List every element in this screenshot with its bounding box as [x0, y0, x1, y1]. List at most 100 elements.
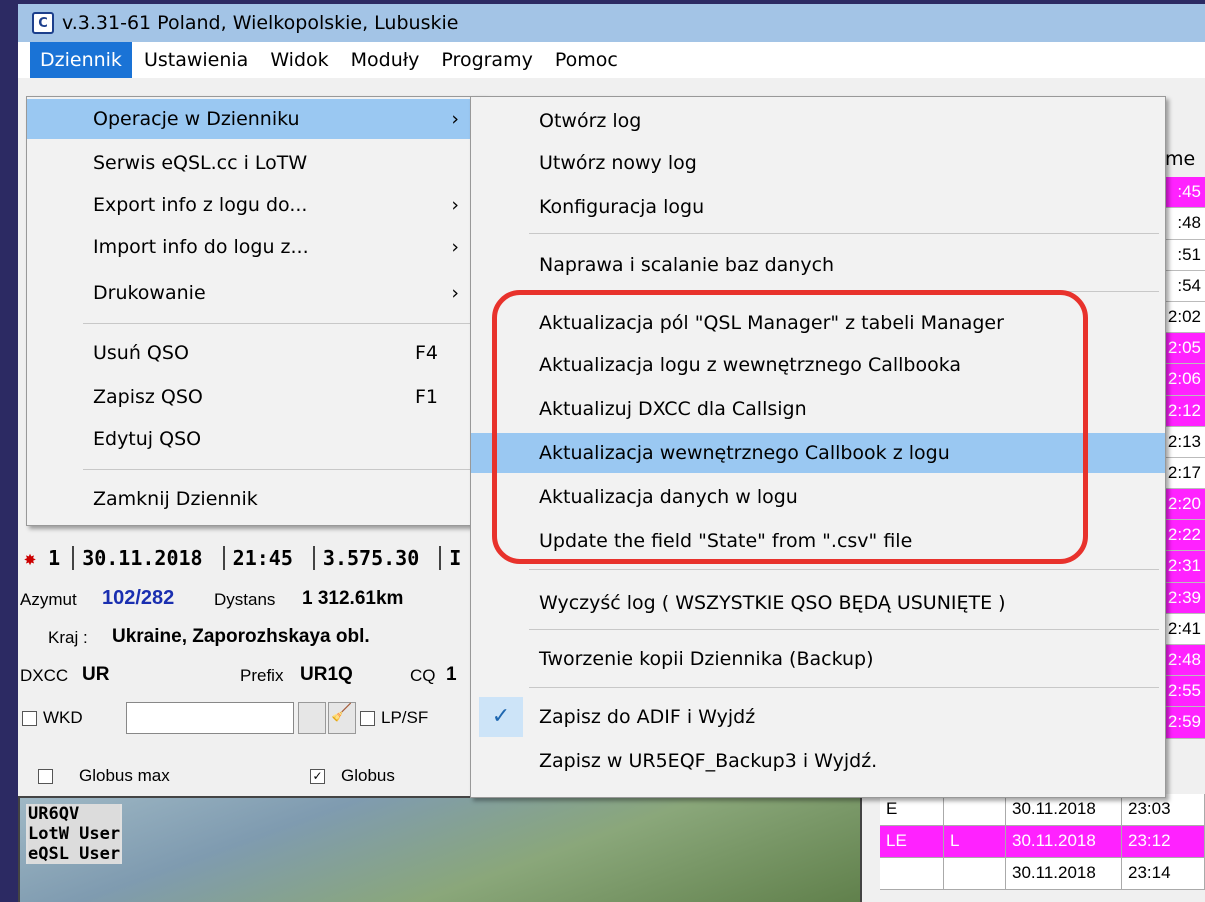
time-cell[interactable]: :51: [1165, 239, 1205, 271]
qso-frequency: 3.575.30: [312, 546, 428, 570]
table-row[interactable]: E 30.11.2018 23:03: [880, 794, 1205, 826]
menu-item-zapisz-backup[interactable]: Zapisz w UR5EQF_Backup3 i Wyjdź.: [471, 741, 1165, 781]
chevron-right-icon: ›: [451, 282, 459, 304]
time-cell[interactable]: 2:39: [1165, 582, 1205, 614]
qso-time: 21:45: [222, 546, 301, 570]
globus-checkbox[interactable]: ✓ Globus: [310, 766, 395, 786]
broom-icon[interactable]: 🧹: [328, 702, 356, 734]
menu-item-edytuj[interactable]: Edytuj QSO: [27, 419, 485, 459]
wkd-input[interactable]: [126, 702, 294, 734]
globus-max-checkbox[interactable]: Globus max: [38, 766, 170, 786]
menu-dziennik[interactable]: Dziennik: [30, 42, 132, 78]
menu-item-zamknij[interactable]: Zamknij Dziennik: [27, 479, 485, 519]
time-cell[interactable]: 2:59: [1165, 707, 1205, 739]
table-row[interactable]: LE L 30.11.2018 23:12: [880, 826, 1205, 858]
menu-separator: [529, 629, 1159, 630]
qso-flag-icon: ✸: [24, 546, 37, 570]
globe-eqsl: eQSL User: [28, 844, 121, 864]
chevron-right-icon: ›: [451, 236, 459, 258]
time-cell[interactable]: 2:05: [1165, 333, 1205, 365]
time-cell[interactable]: 2:55: [1165, 676, 1205, 708]
time-cell[interactable]: 2:48: [1165, 645, 1205, 677]
menu-item-operacje[interactable]: Operacje w Dzienniku ›: [27, 99, 485, 139]
menu-item-serwis[interactable]: Serwis eQSL.cc i LoTW: [27, 143, 485, 183]
table-cell: [944, 858, 1006, 889]
menu-item-utworz-log[interactable]: Utwórz nowy log: [471, 143, 1165, 183]
qso-number: 1: [48, 546, 61, 570]
table-cell-time: 23:03: [1122, 794, 1205, 825]
menu-item-naprawa[interactable]: Naprawa i scalanie baz danych: [471, 245, 1165, 285]
time-cell[interactable]: 2:12: [1165, 395, 1205, 427]
table-cell-time: 23:12: [1122, 826, 1205, 857]
table-cell: L: [944, 826, 1006, 857]
menu-item-backup[interactable]: Tworzenie kopii Dziennika (Backup): [471, 639, 1165, 679]
prefix-value: UR1Q: [300, 664, 353, 685]
globus-label: Globus: [341, 766, 395, 785]
menu-separator: [529, 569, 1159, 570]
time-cell[interactable]: 2:20: [1165, 489, 1205, 521]
dxcc-label: DXCC: [20, 666, 69, 685]
table-cell: [880, 858, 944, 889]
menu-item-konfiguracja[interactable]: Konfiguracja logu: [471, 187, 1165, 227]
time-cell[interactable]: :45: [1165, 177, 1205, 209]
time-cell[interactable]: 2:41: [1165, 613, 1205, 645]
app-icon: C: [32, 12, 54, 34]
distance-label: Dystans: [214, 590, 276, 609]
menu-moduly[interactable]: Moduły: [341, 42, 430, 78]
table-cell-date: 30.11.2018: [1006, 794, 1122, 825]
list-button-icon[interactable]: [298, 702, 326, 734]
title-bar: C v.3.31-61 Poland, Wielkopolskie, Lubus…: [18, 4, 1205, 42]
time-cell[interactable]: 2:06: [1165, 364, 1205, 396]
menu-item-drukowanie[interactable]: Drukowanie ›: [27, 273, 485, 313]
menu-item-usun[interactable]: Usuń QSO F4: [27, 333, 485, 373]
menu-separator: [529, 233, 1159, 234]
shortcut-f1: F1: [415, 386, 439, 408]
wkd-checkbox[interactable]: WKD: [22, 708, 83, 728]
chevron-right-icon: ›: [451, 194, 459, 216]
time-cell[interactable]: :54: [1165, 270, 1205, 302]
shortcut-f4: F4: [415, 342, 439, 364]
table-cell-date: 30.11.2018: [1006, 858, 1122, 889]
country-value: Ukraine, Zaporozhskaya obl.: [112, 626, 370, 647]
time-cell[interactable]: 2:17: [1165, 457, 1205, 490]
highlight-annotation-box: [492, 290, 1088, 564]
table-cell: [944, 794, 1006, 825]
globe-callsign: UR6QV: [28, 804, 121, 824]
time-cell[interactable]: 2:13: [1165, 426, 1205, 458]
time-cell[interactable]: 2:31: [1165, 551, 1205, 583]
table-cell-date: 30.11.2018: [1006, 826, 1122, 857]
qso-line: ✸ 1 30.11.2018 21:45 3.575.30 I: [24, 546, 470, 570]
dziennik-menu: Operacje w Dzienniku › Serwis eQSL.cc i L…: [26, 96, 486, 526]
globe-map[interactable]: UR6QV LotW User eQSL User: [18, 796, 862, 902]
time-cell[interactable]: 2:22: [1165, 520, 1205, 552]
menu-bar: Dziennik Ustawienia Widok Moduły Program…: [18, 42, 1205, 78]
log-table-bottom: E 30.11.2018 23:03 LE L 30.11.2018 23:12…: [880, 794, 1205, 890]
lpsp-checkbox[interactable]: LP/SF: [360, 708, 428, 728]
menu-widok[interactable]: Widok: [260, 42, 338, 78]
menu-item-export[interactable]: Export info z logu do... ›: [27, 185, 485, 225]
menu-item-otworz-log[interactable]: Otwórz log: [471, 101, 1165, 141]
cq-label: CQ: [410, 666, 436, 685]
menu-ustawienia[interactable]: Ustawienia: [134, 42, 258, 78]
table-row[interactable]: 30.11.2018 23:14: [880, 858, 1205, 890]
wkd-label: WKD: [43, 708, 83, 727]
menu-pomoc[interactable]: Pomoc: [545, 42, 628, 78]
menu-item-zapisz[interactable]: Zapisz QSO F1: [27, 377, 485, 417]
menu-item-wyczysc[interactable]: Wyczyść log ( WSZYSTKIE QSO BĘDĄ USUNIĘT…: [471, 583, 1165, 623]
time-cell[interactable]: 2:02: [1165, 301, 1205, 334]
menu-item-zapisz-adif[interactable]: ✓ Zapisz do ADIF i Wyjdź: [471, 697, 1165, 737]
globus-max-label: Globus max: [79, 766, 170, 785]
qso-info-panel: ✸ 1 30.11.2018 21:45 3.575.30 I Azymut 1…: [18, 534, 862, 902]
menu-programy[interactable]: Programy: [431, 42, 542, 78]
menu-separator: [83, 469, 479, 470]
table-cell-time: 23:14: [1122, 858, 1205, 889]
menu-separator: [83, 323, 479, 324]
dxcc-value: UR: [82, 664, 110, 685]
qso-trail: I: [439, 546, 470, 570]
time-cell[interactable]: :48: [1165, 208, 1205, 240]
cq-value: 1: [446, 664, 457, 685]
menu-item-import[interactable]: Import info do logu z... ›: [27, 227, 485, 267]
distance-value: 1 312.61km: [302, 588, 404, 609]
qso-date: 30.11.2018: [72, 546, 211, 570]
time-column: :45 :48 :51 :54 2:02 2:05 2:06 2:12 2:13…: [1165, 146, 1205, 739]
